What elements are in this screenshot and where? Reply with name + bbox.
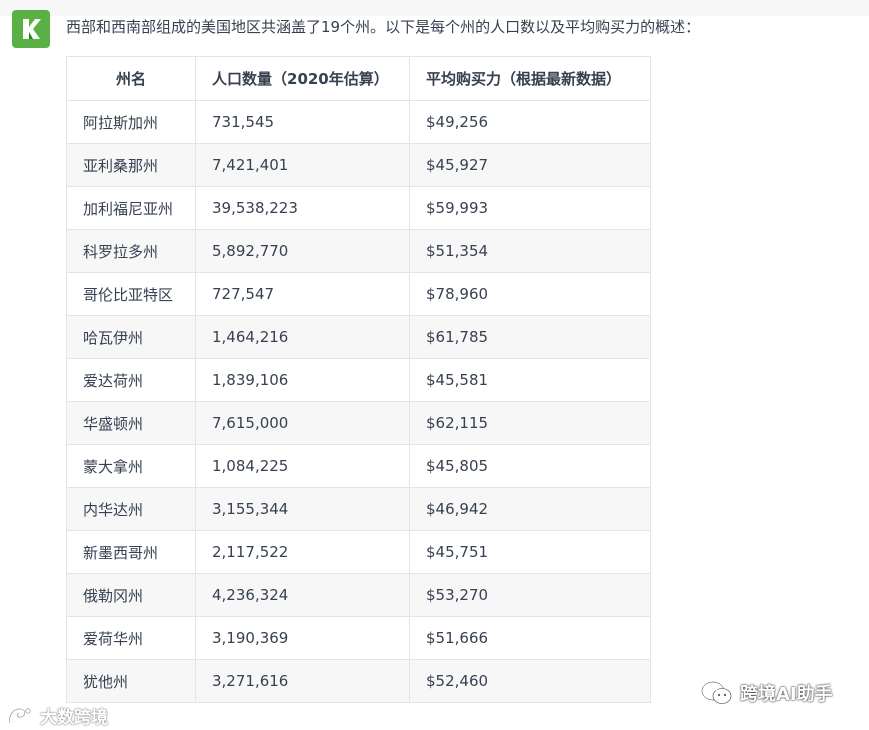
cell-purchasing-power: $45,751 xyxy=(409,530,651,574)
cell-purchasing-power: $62,115 xyxy=(409,401,651,445)
cell-population: 3,155,344 xyxy=(195,487,410,531)
top-bar xyxy=(0,0,869,16)
cell-state-name: 哈瓦伊州 xyxy=(66,315,196,359)
watermark-right: 跨境AI助手 xyxy=(700,680,833,706)
swirl-logo-icon xyxy=(8,707,31,723)
watermark-right-text: 跨境AI助手 xyxy=(740,684,833,705)
cell-purchasing-power: $49,256 xyxy=(409,100,651,144)
cell-population: 1,464,216 xyxy=(195,315,410,359)
cell-population: 1,839,106 xyxy=(195,358,410,402)
cell-purchasing-power: $46,942 xyxy=(409,487,651,531)
cell-purchasing-power: $45,581 xyxy=(409,358,651,402)
table-row: 哈瓦伊州 1,464,216 $61,785 xyxy=(66,315,651,359)
table-row: 爱达荷州 1,839,106 $45,581 xyxy=(66,358,651,402)
cell-population: 2,117,522 xyxy=(195,530,410,574)
cell-state-name: 犹他州 xyxy=(66,659,196,703)
cell-state-name: 内华达州 xyxy=(66,487,196,531)
wechat-icon xyxy=(700,680,732,704)
table-row: 哥伦比亚特区 727,547 $78,960 xyxy=(66,272,651,316)
cell-population: 731,545 xyxy=(195,100,410,144)
cell-population: 5,892,770 xyxy=(195,229,410,273)
cell-state-name: 亚利桑那州 xyxy=(66,143,196,187)
cell-population: 1,084,225 xyxy=(195,444,410,488)
watermark-left-text: 大数跨境 xyxy=(40,708,108,728)
cell-purchasing-power: $61,785 xyxy=(409,315,651,359)
table-row: 亚利桑那州 7,421,401 $45,927 xyxy=(66,143,651,187)
assistant-avatar xyxy=(12,10,50,48)
cell-purchasing-power: $78,960 xyxy=(409,272,651,316)
table-row: 犹他州 3,271,616 $52,460 xyxy=(66,659,651,703)
cell-state-name: 阿拉斯加州 xyxy=(66,100,196,144)
cell-population: 727,547 xyxy=(195,272,410,316)
cell-purchasing-power: $45,805 xyxy=(409,444,651,488)
cell-state-name: 华盛顿州 xyxy=(66,401,196,445)
cell-state-name: 爱荷华州 xyxy=(66,616,196,660)
states-table: 州名 人口数量（2020年估算） 平均购买力（根据最新数据） 阿拉斯加州 731,… xyxy=(66,56,651,703)
cell-population: 4,236,324 xyxy=(195,573,410,617)
cell-purchasing-power: $52,460 xyxy=(409,659,651,703)
k-logo-icon xyxy=(23,19,41,39)
cell-state-name: 俄勒冈州 xyxy=(66,573,196,617)
cell-purchasing-power: $45,927 xyxy=(409,143,651,187)
table-row: 爱荷华州 3,190,369 $51,666 xyxy=(66,616,651,660)
header-population: 人口数量（2020年估算） xyxy=(195,56,410,101)
table-row: 蒙大拿州 1,084,225 $45,805 xyxy=(66,444,651,488)
table-body: 阿拉斯加州 731,545 $49,256 亚利桑那州 7,421,401 $45,927… xyxy=(66,100,651,703)
table-row: 华盛顿州 7,615,000 $62,115 xyxy=(66,401,651,445)
table-row: 俄勒冈州 4,236,324 $53,270 xyxy=(66,573,651,617)
cell-state-name: 加利福尼亚州 xyxy=(66,186,196,230)
cell-purchasing-power: $59,993 xyxy=(409,186,651,230)
cell-population: 7,615,000 xyxy=(195,401,410,445)
table-row: 加利福尼亚州 39,538,223 $59,993 xyxy=(66,186,651,230)
cell-purchasing-power: $51,666 xyxy=(409,616,651,660)
cell-population: 39,538,223 xyxy=(195,186,410,230)
cell-state-name: 科罗拉多州 xyxy=(66,229,196,273)
cell-purchasing-power: $53,270 xyxy=(409,573,651,617)
intro-text: 西部和西南部组成的美国地区共涵盖了19个州。以下是每个州的人口数以及平均购买力的… xyxy=(66,18,701,36)
cell-state-name: 蒙大拿州 xyxy=(66,444,196,488)
cell-population: 7,421,401 xyxy=(195,143,410,187)
table-header-row: 州名 人口数量（2020年估算） 平均购买力（根据最新数据） xyxy=(66,56,651,101)
cell-state-name: 新墨西哥州 xyxy=(66,530,196,574)
cell-state-name: 爱达荷州 xyxy=(66,358,196,402)
header-state-name: 州名 xyxy=(66,56,196,101)
header-purchasing-power: 平均购买力（根据最新数据） xyxy=(409,56,651,101)
table-row: 阿拉斯加州 731,545 $49,256 xyxy=(66,100,651,144)
table-row: 科罗拉多州 5,892,770 $51,354 xyxy=(66,229,651,273)
table-row: 新墨西哥州 2,117,522 $45,751 xyxy=(66,530,651,574)
watermark-left: 大数跨境 xyxy=(6,703,108,728)
table-row: 内华达州 3,155,344 $46,942 xyxy=(66,487,651,531)
cell-population: 3,190,369 xyxy=(195,616,410,660)
cell-state-name: 哥伦比亚特区 xyxy=(66,272,196,316)
cell-population: 3,271,616 xyxy=(195,659,410,703)
cell-purchasing-power: $51,354 xyxy=(409,229,651,273)
